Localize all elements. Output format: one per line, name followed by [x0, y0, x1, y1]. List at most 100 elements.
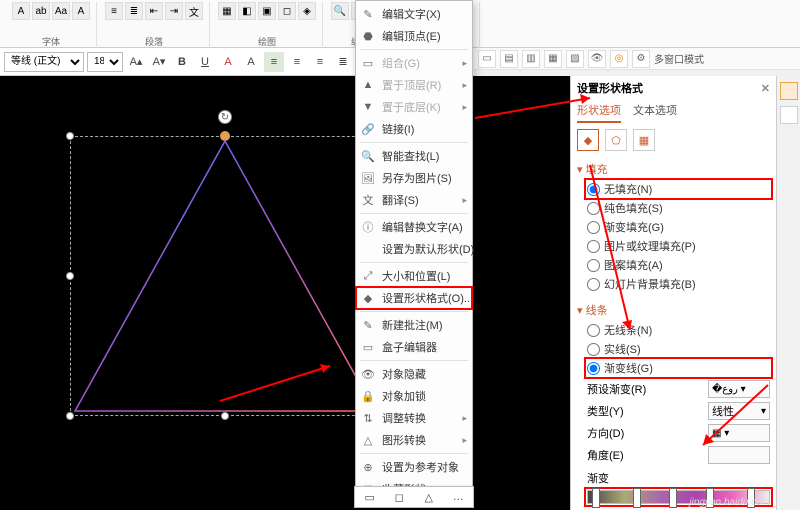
grad-stop-2[interactable] [633, 488, 641, 508]
grad-stop-3[interactable] [669, 488, 677, 508]
align-right-btn[interactable]: ≡ [310, 52, 330, 72]
cm-label: 置于底层(K) [382, 99, 441, 115]
tab-text-options[interactable]: 文本选项 [633, 102, 677, 123]
preset-gradient-picker[interactable]: �روع ▾ [708, 380, 770, 398]
grow-font-btn[interactable]: A▴ [126, 52, 146, 72]
wbtn-3[interactable]: ▥ [522, 50, 540, 68]
mini-more-btn[interactable]: … [448, 487, 468, 507]
submenu-arrow-icon: ▸ [462, 435, 467, 446]
arrange-btn[interactable]: ▦ [218, 2, 236, 20]
cm-item[interactable]: 🔗链接(I) [356, 118, 472, 140]
wbtn-gear[interactable]: ⚙ [632, 50, 650, 68]
gradient-angle-input[interactable] [708, 446, 770, 464]
mini-outline-btn[interactable]: ◻ [389, 487, 409, 507]
quickstyle-btn[interactable]: ◧ [238, 2, 256, 20]
dock-tool-format[interactable] [780, 82, 798, 100]
wbtn-eye[interactable]: 👁 [588, 50, 606, 68]
cm-item[interactable]: ⤢大小和位置(L) [356, 265, 472, 287]
window-toolbar: ▭ ▤ ▥ ▦ ▧ 👁 ◎ ⚙ 多窗口模式 [474, 48, 800, 70]
line-gradient-radio[interactable]: 渐变线(G) [587, 360, 770, 376]
cm-item[interactable]: 🔍智能查找(L) [356, 145, 472, 167]
dock-tool-2[interactable] [780, 106, 798, 124]
shrink-font-btn[interactable]: A▾ [149, 52, 169, 72]
cm-item[interactable]: 👁对象隐藏 [356, 363, 472, 385]
shape-outline-btn[interactable]: ◻ [278, 2, 296, 20]
wbtn-4[interactable]: ▦ [544, 50, 562, 68]
cm-item[interactable]: 设置为默认形状(D) [356, 238, 472, 260]
bullets-btn[interactable]: ≡ [105, 2, 123, 20]
bold-btn[interactable]: B [172, 52, 192, 72]
font-color-btn[interactable]: A [12, 2, 30, 20]
tab-shape-options[interactable]: 形状选项 [577, 102, 621, 123]
highlight-btn2[interactable]: A [241, 52, 261, 72]
cm-item[interactable]: ⇅调整转换▸ [356, 407, 472, 429]
underline-btn[interactable]: U [195, 52, 215, 72]
section-line-head[interactable]: ▾ 线条 [577, 302, 770, 318]
grad-stop-1[interactable] [592, 488, 600, 508]
fill-slidebg-radio[interactable]: 幻灯片背景填充(B) [587, 276, 770, 292]
fill-picture-radio[interactable]: 图片或纹理填充(P) [587, 238, 770, 254]
section-fill-head[interactable]: ▾ 填充 [577, 161, 770, 177]
cm-label: 组合(G) [382, 55, 420, 71]
cm-item[interactable]: ⬣编辑顶点(E) [356, 25, 472, 47]
line-solid-radio[interactable]: 实线(S) [587, 341, 770, 357]
fill-pattern-radio[interactable]: 图案填充(A) [587, 257, 770, 273]
cm-label: 调整转换 [382, 410, 426, 426]
rotation-handle[interactable]: ↻ [218, 110, 232, 124]
submenu-arrow-icon: ▸ [462, 413, 467, 424]
size-tab-icon[interactable]: ▦ [633, 129, 655, 151]
cm-item[interactable]: △图形转换▸ [356, 429, 472, 451]
slide-canvas[interactable]: ↻ [0, 76, 570, 510]
wbtn-1[interactable]: ▭ [478, 50, 496, 68]
gradient-type-select[interactable]: 线性 ▾ [708, 402, 770, 420]
cm-label: 对象隐藏 [382, 366, 426, 382]
fill-none-radio[interactable]: 无填充(N) [587, 181, 770, 197]
cm-item[interactable]: ▭盒子编辑器 [356, 336, 472, 358]
highlight-btn[interactable]: ab [32, 2, 50, 20]
multi-window-label[interactable]: 多窗口模式 [654, 51, 704, 66]
mini-fill-btn[interactable]: ▭ [360, 487, 380, 507]
shape-fill-btn[interactable]: ▣ [258, 2, 276, 20]
wbtn-5[interactable]: ▧ [566, 50, 584, 68]
align-left-btn[interactable]: ≡ [264, 52, 284, 72]
font-size-select[interactable]: 18 [87, 52, 123, 72]
numbering-btn[interactable]: ≣ [125, 2, 143, 20]
gradient-direction-picker[interactable]: ▦ ▾ [708, 424, 770, 442]
submenu-arrow-icon: ▸ [462, 80, 467, 91]
align-center-btn[interactable]: ≡ [287, 52, 307, 72]
cm-item[interactable]: ✎编辑文字(X) [356, 3, 472, 25]
indent-dec-btn[interactable]: ⇤ [145, 2, 163, 20]
font-family-select[interactable]: 等线 (正文) [4, 52, 84, 72]
cm-item[interactable]: 🔒对象加锁 [356, 385, 472, 407]
fill-gradient-radio[interactable]: 渐变填充(G) [587, 219, 770, 235]
mini-style-btn[interactable]: △ [419, 487, 439, 507]
font-case-btn[interactable]: Aa [52, 2, 70, 20]
cm-label: 对象加锁 [382, 388, 426, 404]
cm-item[interactable]: ⊕设置为参考对象 [356, 456, 472, 478]
font-color-btn2[interactable]: A [218, 52, 238, 72]
wbtn-2[interactable]: ▤ [500, 50, 518, 68]
fill-solid-radio[interactable]: 纯色填充(S) [587, 200, 770, 216]
close-pane-btn[interactable]: ✕ [761, 82, 770, 95]
cm-icon: ✎ [361, 7, 375, 21]
cm-item[interactable]: 文翻译(S)▸ [356, 189, 472, 211]
format-pane-tabs: 形状选项 文本选项 [577, 102, 770, 123]
cm-item[interactable]: 🖼另存为图片(S) [356, 167, 472, 189]
fill-line-tab-icon[interactable]: ◆ [577, 129, 599, 151]
gradient-type-label: 类型(Y) [587, 403, 624, 419]
cm-label: 置于顶层(R) [382, 77, 441, 93]
clear-format-btn[interactable]: A [72, 2, 90, 20]
shape-effect-btn[interactable]: ◈ [298, 2, 316, 20]
cm-item[interactable]: ◆设置形状格式(O)... [356, 287, 472, 309]
cm-item[interactable]: ⓘ编辑替换文字(A) [356, 216, 472, 238]
text-dir-btn[interactable]: 文 [185, 2, 203, 20]
effects-tab-icon[interactable]: ⬠ [605, 129, 627, 151]
wbtn-target[interactable]: ◎ [610, 50, 628, 68]
cm-icon: ▭ [361, 56, 375, 70]
indent-inc-btn[interactable]: ⇥ [165, 2, 183, 20]
cm-item[interactable]: ✎新建批注(M) [356, 314, 472, 336]
line-none-radio[interactable]: 无线条(N) [587, 322, 770, 338]
align-justify-btn[interactable]: ≣ [333, 52, 353, 72]
cm-label: 设置为参考对象 [382, 459, 459, 475]
find-btn[interactable]: 🔍 [331, 2, 349, 20]
